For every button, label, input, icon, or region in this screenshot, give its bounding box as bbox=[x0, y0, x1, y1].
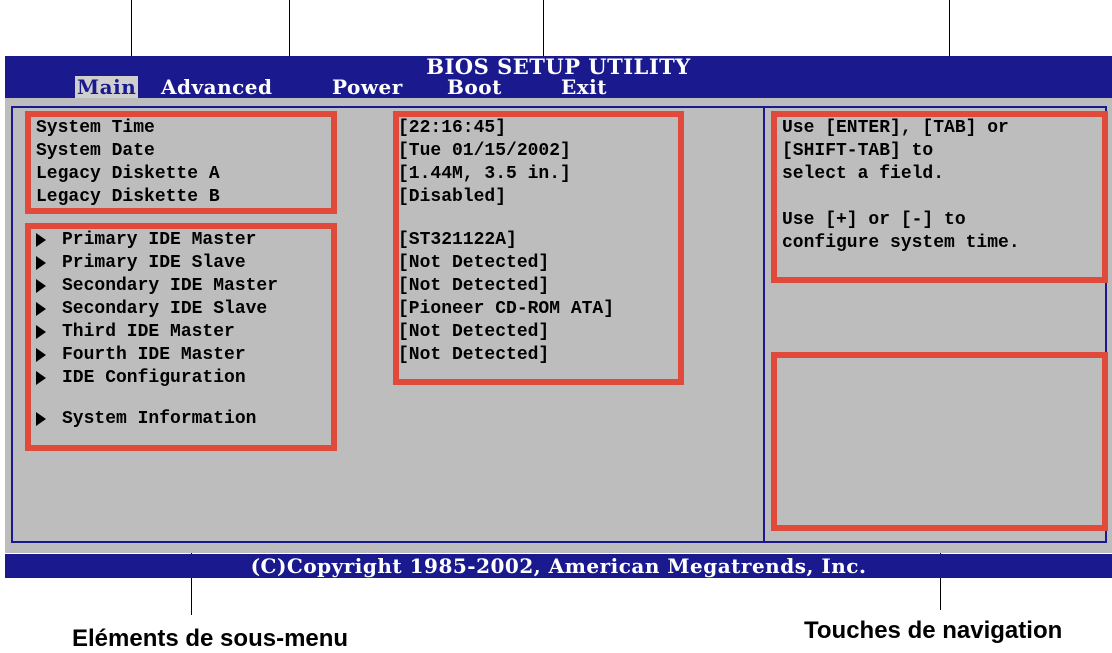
highlight-submenu-items bbox=[25, 223, 337, 451]
caption-navigation-keys: Touches de navigation bbox=[804, 617, 1063, 644]
tab-exit[interactable]: Exit bbox=[561, 76, 607, 98]
highlight-field-values bbox=[393, 111, 684, 385]
highlight-menu-items bbox=[25, 111, 337, 214]
bios-title-bar: BIOS SETUP UTILITY Main Advanced Power B… bbox=[5, 56, 1112, 98]
panel-divider bbox=[763, 106, 765, 543]
highlight-help-area bbox=[771, 111, 1108, 283]
caption-submenu-items: Eléments de sous-menu bbox=[72, 625, 349, 652]
tab-main[interactable]: Main bbox=[75, 76, 139, 98]
tab-boot[interactable]: Boot bbox=[447, 76, 502, 98]
tab-advanced[interactable]: Advanced bbox=[161, 76, 273, 98]
copyright-text: (C)Copyright 1985-2002, American Megatre… bbox=[250, 554, 867, 578]
tab-power[interactable]: Power bbox=[332, 76, 403, 98]
highlight-navigation-keys bbox=[771, 352, 1108, 531]
copyright-bar: (C)Copyright 1985-2002, American Megatre… bbox=[5, 554, 1112, 578]
